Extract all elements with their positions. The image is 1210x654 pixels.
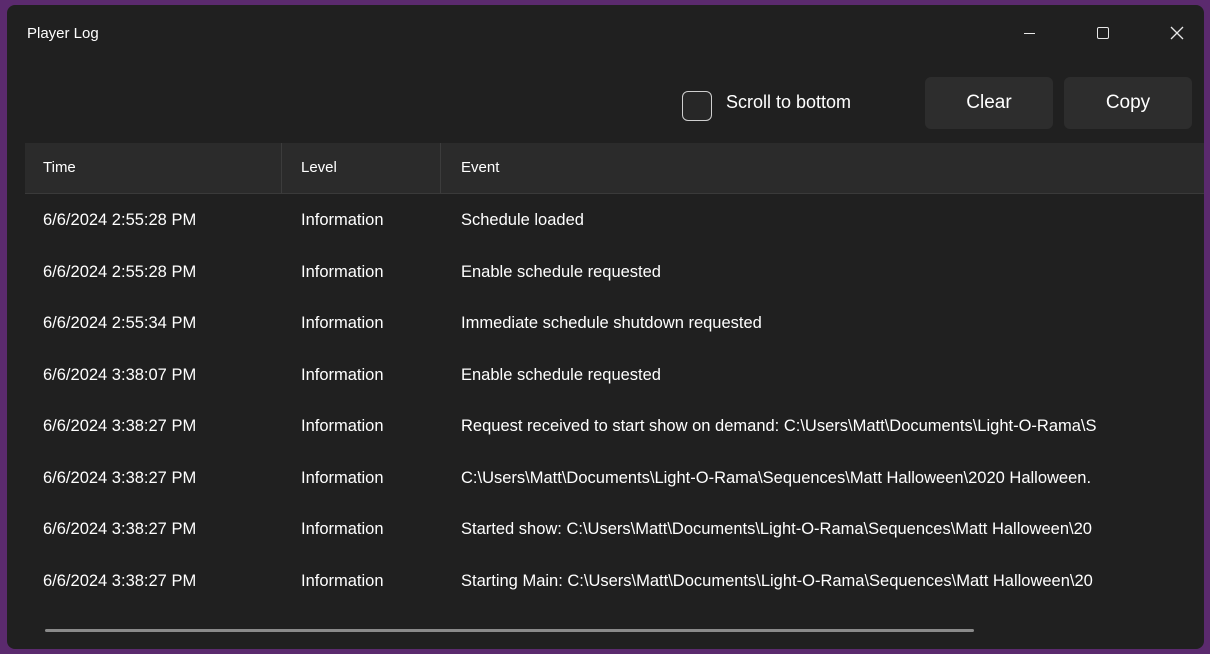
- event-cell: C:\Users\Matt\Documents\Light-O-Rama\Seq…: [461, 468, 1092, 487]
- table-row[interactable]: 6/6/2024 3:38:27 PM Information Request …: [25, 400, 1204, 452]
- table-row[interactable]: 6/6/2024 3:38:27 PM Information C:\Users…: [25, 452, 1204, 504]
- level-cell: Information: [301, 417, 384, 435]
- level-cell: Information: [301, 468, 384, 487]
- time-cell: 6/6/2024 2:55:28 PM: [43, 211, 197, 229]
- level-cell: Information: [301, 262, 384, 281]
- table-row[interactable]: 6/6/2024 3:38:27 PM Information Starting…: [25, 555, 1204, 607]
- clear-button[interactable]: Clear: [925, 77, 1053, 129]
- time-cell: 6/6/2024 2:55:34 PM: [43, 314, 197, 332]
- close-icon: [1170, 26, 1184, 40]
- scroll-to-bottom-checkbox[interactable]: Scroll to bottom: [682, 89, 851, 123]
- level-cell: Information: [301, 365, 384, 384]
- event-cell: Started show: C:\Users\Matt\Documents\Li…: [461, 520, 1092, 538]
- time-cell: 6/6/2024 3:38:27 PM: [43, 571, 197, 590]
- time-cell: 6/6/2024 3:38:27 PM: [43, 468, 197, 487]
- scroll-to-bottom-label[interactable]: Scroll to bottom: [726, 92, 851, 113]
- event-cell: Starting Main: C:\Users\Matt\Documents\L…: [461, 571, 1093, 590]
- level-cell: Information: [301, 520, 384, 538]
- minimize-icon: [1023, 32, 1035, 34]
- event-cell: Schedule loaded: [461, 211, 584, 229]
- event-cell: Enable schedule requested: [461, 365, 661, 384]
- player-log-window: Player Log Scroll to bottom Clear Copy T…: [7, 5, 1204, 649]
- maximize-icon: [1097, 27, 1109, 39]
- column-header-time[interactable]: Time: [43, 143, 76, 193]
- horizontal-scrollbar[interactable]: [45, 629, 974, 632]
- table-row[interactable]: 6/6/2024 2:55:28 PM Information Enable s…: [25, 246, 1204, 298]
- column-header-level[interactable]: Level: [301, 143, 337, 193]
- level-cell: Information: [301, 314, 384, 332]
- time-cell: 6/6/2024 2:55:28 PM: [43, 262, 197, 281]
- toolbar: Scroll to bottom Clear Copy: [7, 61, 1204, 141]
- time-cell: 6/6/2024 3:38:27 PM: [43, 417, 197, 435]
- event-cell: Enable schedule requested: [461, 262, 661, 281]
- event-cell: Request received to start show on demand…: [461, 417, 1097, 435]
- log-rows: 6/6/2024 2:55:28 PM Information Schedule…: [25, 194, 1204, 614]
- checkbox-box[interactable]: [682, 91, 712, 121]
- level-cell: Information: [301, 571, 384, 590]
- column-divider[interactable]: [281, 143, 282, 193]
- event-cell: Immediate schedule shutdown requested: [461, 314, 762, 332]
- column-divider[interactable]: [440, 143, 441, 193]
- table-row[interactable]: 6/6/2024 3:38:27 PM Information Started …: [25, 503, 1204, 555]
- close-button[interactable]: [1154, 5, 1200, 61]
- minimize-button[interactable]: [1006, 5, 1052, 61]
- time-cell: 6/6/2024 3:38:27 PM: [43, 520, 197, 538]
- table-row[interactable]: 6/6/2024 3:38:07 PM Information Enable s…: [25, 349, 1204, 401]
- table-row[interactable]: 6/6/2024 2:55:28 PM Information Schedule…: [25, 194, 1204, 246]
- level-cell: Information: [301, 211, 384, 229]
- column-header-event[interactable]: Event: [461, 143, 499, 193]
- time-cell: 6/6/2024 3:38:07 PM: [43, 365, 197, 384]
- maximize-button[interactable]: [1080, 5, 1126, 61]
- copy-button[interactable]: Copy: [1064, 77, 1192, 129]
- table-row[interactable]: 6/6/2024 2:55:34 PM Information Immediat…: [25, 297, 1204, 349]
- title-bar[interactable]: Player Log: [7, 5, 1204, 61]
- window-title: Player Log: [27, 25, 99, 42]
- grid-header: Time Level Event: [25, 143, 1204, 194]
